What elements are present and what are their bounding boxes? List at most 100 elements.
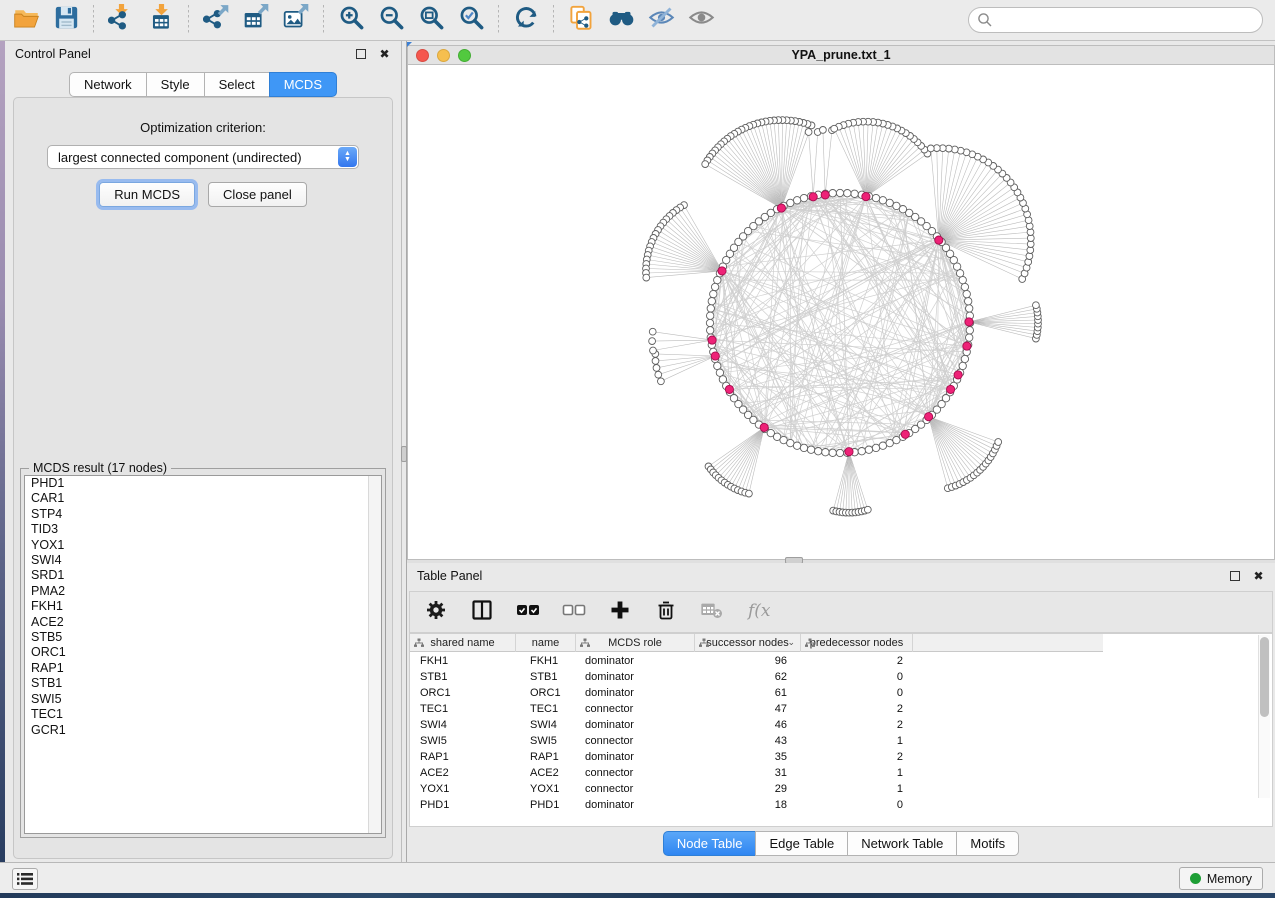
zoom-out-button[interactable]	[371, 3, 411, 37]
zoom-fit-button[interactable]	[411, 3, 451, 37]
import-table-button[interactable]	[141, 3, 181, 37]
table-row[interactable]: PHD1PHD1dominator180	[410, 797, 1272, 813]
mcds-result-item[interactable]: SWI5	[25, 692, 381, 707]
zoom-selected-button[interactable]	[451, 3, 491, 37]
delete-column-button[interactable]	[654, 597, 678, 627]
open-file-button[interactable]	[6, 3, 46, 37]
export-network-button[interactable]	[196, 3, 236, 37]
table-row[interactable]: RAP1RAP1dominator352	[410, 749, 1272, 765]
tab-select[interactable]: Select	[204, 72, 269, 97]
cell-name: RAP1	[516, 751, 576, 763]
table-rows: FKH1FKH1dominator962STB1STB1dominator620…	[410, 653, 1272, 826]
show-columns-button[interactable]	[470, 597, 494, 627]
cell-MCDS-role: connector	[576, 703, 695, 715]
mcds-result-item[interactable]: TID3	[25, 522, 381, 537]
close-table-panel-icon[interactable]: ✖	[1252, 570, 1265, 583]
column-header-predecessor-nodes[interactable]: predecessor nodes	[801, 634, 913, 652]
cell-shared-name: ACE2	[410, 767, 516, 779]
tab-network[interactable]: Network	[69, 72, 146, 97]
tab-mcds[interactable]: MCDS	[269, 72, 337, 97]
select-all-rows-button[interactable]	[516, 597, 540, 627]
mcds-result-item[interactable]: GCR1	[25, 723, 381, 738]
cell-successor-nodes: 35	[695, 751, 801, 763]
table-panel: Table Panel ✖ f(x) shared namenameMCDS r…	[407, 563, 1275, 862]
table-scrollbar[interactable]	[1258, 635, 1270, 798]
deselect-all-rows-button[interactable]	[562, 597, 586, 627]
save-session-button[interactable]	[46, 3, 86, 37]
table-settings-button[interactable]	[424, 597, 448, 627]
search-network-button[interactable]	[601, 3, 641, 37]
column-header-successor-nodes[interactable]: successor nodes⌄	[695, 634, 801, 652]
mcds-result-item[interactable]: PHD1	[25, 476, 381, 491]
tab-node-table[interactable]: Node Table	[663, 831, 756, 856]
mcds-result-item[interactable]: SRD1	[25, 568, 381, 583]
mcds-result-item[interactable]: TEC1	[25, 707, 381, 722]
run-mcds-button[interactable]: Run MCDS	[99, 182, 195, 207]
table-row[interactable]: YOX1YOX1connector291	[410, 781, 1272, 797]
column-header-shared-name[interactable]: shared name	[410, 634, 516, 652]
optimization-criterion-select[interactable]: largest connected component (undirected)…	[47, 145, 359, 169]
zoom-in-button[interactable]	[331, 3, 371, 37]
select-stepper-icon: ▲▼	[338, 147, 357, 167]
mcds-result-item[interactable]: PMA2	[25, 584, 381, 599]
table-row[interactable]: ORC1ORC1dominator610	[410, 685, 1272, 701]
mcds-result-item[interactable]: SWI4	[25, 553, 381, 568]
table-scrollbar-thumb[interactable]	[1260, 637, 1269, 717]
list-icon	[17, 872, 33, 886]
tab-motifs[interactable]: Motifs	[956, 831, 1019, 856]
float-table-panel-icon[interactable]	[1230, 570, 1243, 583]
tab-edge-table[interactable]: Edge Table	[755, 831, 847, 856]
cell-predecessor-nodes: 2	[801, 655, 913, 667]
table-row[interactable]: TEC1TEC1connector472	[410, 701, 1272, 717]
table-row[interactable]: STB1STB1dominator620	[410, 669, 1272, 685]
network-window-titlebar[interactable]: YPA_prune.txt_1	[407, 45, 1275, 65]
search-input[interactable]	[968, 7, 1263, 33]
export-table-button[interactable]	[236, 3, 276, 37]
add-column-button[interactable]	[608, 597, 632, 627]
tab-network-table[interactable]: Network Table	[847, 831, 956, 856]
table-toolbar: f(x)	[409, 591, 1273, 633]
mcds-result-item[interactable]: YOX1	[25, 538, 381, 553]
cell-successor-nodes: 43	[695, 735, 801, 747]
panel-corner-mark	[407, 42, 412, 47]
cell-name: ACE2	[516, 767, 576, 779]
column-header-name[interactable]: name	[516, 634, 576, 652]
hide-selected-button[interactable]	[641, 3, 681, 37]
tab-style[interactable]: Style	[146, 72, 204, 97]
mcds-result-item[interactable]: FKH1	[25, 599, 381, 614]
cell-MCDS-role: dominator	[576, 655, 695, 667]
table-row[interactable]: ACE2ACE2connector311	[410, 765, 1272, 781]
import-network-button[interactable]	[101, 3, 141, 37]
float-panel-icon[interactable]	[356, 48, 369, 61]
mcds-result-item[interactable]: RAP1	[25, 661, 381, 676]
mcds-result-item[interactable]: STB1	[25, 676, 381, 691]
export-image-button[interactable]	[276, 3, 316, 37]
mcds-result-item[interactable]: STB5	[25, 630, 381, 645]
toolbar-separator	[93, 5, 94, 35]
cell-name: FKH1	[516, 655, 576, 667]
zoom-selected-icon	[458, 4, 485, 36]
cell-name: ORC1	[516, 687, 576, 699]
copy-style-button[interactable]	[561, 3, 601, 37]
toolbar-separator	[553, 5, 554, 35]
mcds-result-item[interactable]: STP4	[25, 507, 381, 522]
memory-button[interactable]: Memory	[1179, 867, 1263, 890]
export-network-icon	[203, 4, 230, 36]
table-row[interactable]: SWI4SWI4dominator462	[410, 717, 1272, 733]
network-canvas[interactable]	[407, 65, 1275, 560]
refresh-button[interactable]	[506, 3, 546, 37]
table-row[interactable]: SWI5SWI5connector431	[410, 733, 1272, 749]
cell-MCDS-role: dominator	[576, 751, 695, 763]
mcds-list-scrollbar[interactable]	[368, 476, 381, 833]
table-row[interactable]: FKH1FKH1dominator962	[410, 653, 1272, 669]
show-hidden-button[interactable]	[681, 3, 721, 37]
trash-icon	[654, 598, 678, 627]
folder-open-icon	[13, 4, 40, 36]
column-header-MCDS-role[interactable]: MCDS role	[576, 634, 695, 652]
mcds-result-item[interactable]: ACE2	[25, 615, 381, 630]
task-history-button[interactable]	[12, 868, 38, 890]
close-panel-button[interactable]: Close panel	[208, 182, 307, 207]
mcds-result-item[interactable]: CAR1	[25, 491, 381, 506]
close-panel-icon[interactable]: ✖	[378, 48, 391, 61]
mcds-result-item[interactable]: ORC1	[25, 645, 381, 660]
